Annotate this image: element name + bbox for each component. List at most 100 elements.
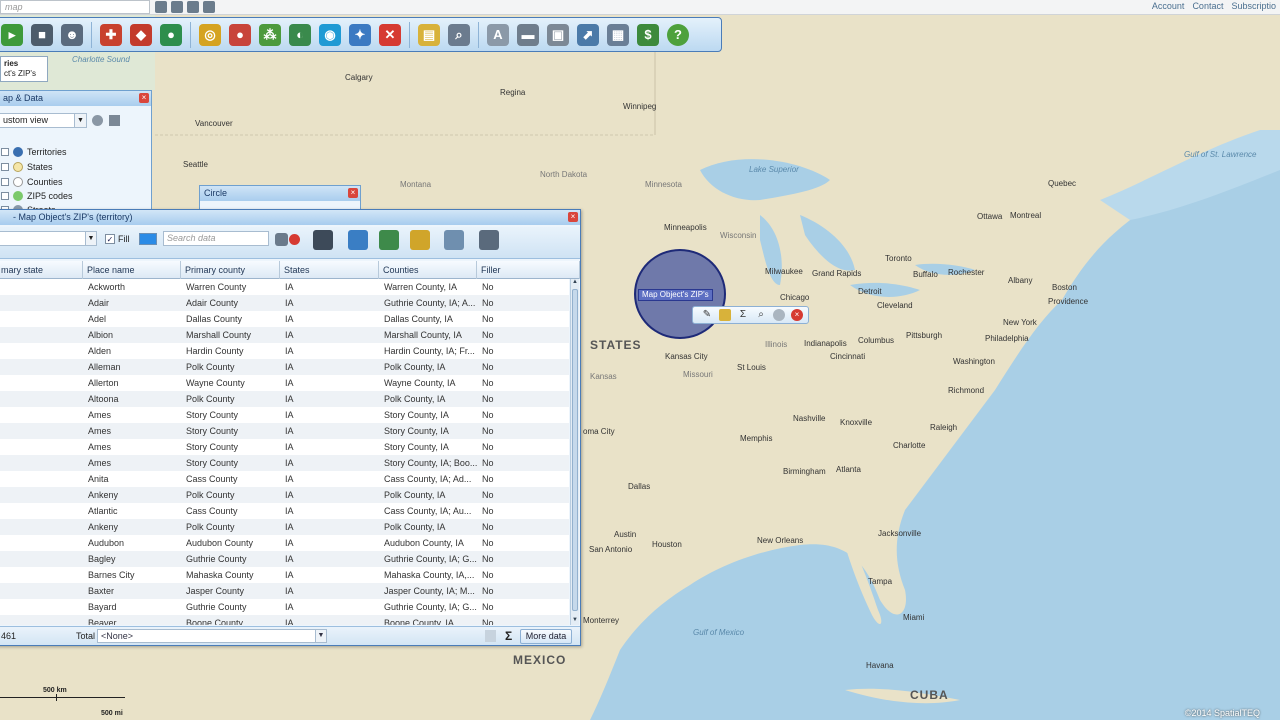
open-folder-icon[interactable]: ▸ — [1, 23, 23, 46]
view-select[interactable]: ustom view ▼ — [0, 113, 87, 128]
close-icon[interactable]: × — [568, 212, 578, 222]
tools-icon[interactable] — [109, 115, 120, 126]
settings-icon[interactable] — [203, 1, 215, 13]
print-icon[interactable]: ▣ — [547, 23, 569, 46]
table-row[interactable]: Ames Story County IA Story County, IA No — [0, 439, 569, 455]
table-row[interactable]: Audubon Audubon County IA Audubon County, I… — [0, 535, 569, 551]
pin-filter-icon[interactable] — [275, 233, 288, 246]
target-icon[interactable]: ◉ — [319, 23, 341, 46]
text-icon[interactable]: A — [487, 23, 509, 46]
save-icon[interactable]: ■ — [31, 23, 53, 46]
layer-checkbox[interactable] — [1, 163, 9, 171]
chevron-down-icon[interactable]: ▼ — [85, 232, 96, 245]
table-row[interactable]: Baxter Jasper County IA Jasper County, IA; … — [0, 583, 569, 599]
column-header[interactable]: mary state — [0, 261, 83, 279]
settings-icon[interactable] — [773, 309, 785, 321]
help-icon[interactable]: ? — [667, 23, 689, 46]
fill-color-swatch[interactable] — [138, 233, 157, 245]
table-row[interactable]: Ankeny Polk County IA Polk County, IA No — [0, 519, 569, 535]
more-data-button[interactable]: More data — [520, 629, 572, 644]
note-icon[interactable]: ▤ — [418, 23, 440, 46]
add-data-icon[interactable] — [348, 230, 368, 250]
export-data-icon[interactable] — [444, 230, 464, 250]
zoom-icon[interactable]: ⌕ — [755, 309, 767, 321]
merge-icon[interactable] — [379, 230, 399, 250]
total-select[interactable]: <None> ▼ — [97, 629, 327, 643]
contact-link[interactable]: Contact — [1192, 1, 1223, 11]
territory-legend[interactable]: ries ct's ZIP's — [0, 56, 48, 82]
table-row[interactable]: Altoona Polk County IA Polk County, IA No — [0, 391, 569, 407]
heatmap-icon[interactable]: ● — [229, 23, 251, 46]
layer-checkbox[interactable] — [1, 192, 9, 200]
table-row[interactable]: Atlantic Cass County IA Cass County, IA; Au… — [0, 503, 569, 519]
fill-checkbox[interactable]: ✓ — [105, 234, 115, 244]
table-row[interactable]: Alleman Polk County IA Polk County, IA No — [0, 359, 569, 375]
route-icon[interactable]: ✦ — [349, 23, 371, 46]
clear-search-icon[interactable] — [289, 234, 300, 245]
layer-checkbox[interactable] — [1, 148, 9, 156]
table-icon[interactable]: ▦ — [607, 23, 629, 46]
column-header[interactable]: Place name — [83, 261, 181, 279]
close-icon[interactable]: × — [791, 309, 803, 321]
redo-icon[interactable] — [187, 1, 199, 13]
layer-territories[interactable]: Territories — [1, 147, 67, 157]
table-row[interactable]: Beaver Boone County IA Boone County, IA No — [0, 615, 569, 625]
pin-icon[interactable] — [155, 1, 167, 13]
map-search-input[interactable]: map — [0, 0, 150, 14]
table-row[interactable]: Anita Cass County IA Cass County, IA; Ad...… — [0, 471, 569, 487]
split-icon[interactable] — [410, 230, 430, 250]
radius-icon[interactable]: ◎ — [199, 23, 221, 46]
columns-icon[interactable] — [479, 230, 499, 250]
column-header[interactable]: Primary county — [181, 261, 280, 279]
ruler-icon[interactable]: ▬ — [517, 23, 539, 46]
search-zoom-icon[interactable]: ⌕ — [448, 23, 470, 46]
delete-icon[interactable]: ✕ — [379, 23, 401, 46]
territory-icon[interactable]: ◆ — [130, 23, 152, 46]
column-header[interactable]: States — [280, 261, 379, 279]
layer-zip5[interactable]: ZIP5 codes — [1, 191, 73, 201]
pin-tool-icon[interactable] — [313, 230, 333, 250]
layer-select[interactable]: ▼ — [0, 231, 97, 246]
table-row[interactable]: Barnes City Mahaska County IA Mahaska Count… — [0, 567, 569, 583]
chevron-down-icon[interactable]: ▼ — [315, 630, 326, 642]
money-icon[interactable]: $ — [637, 23, 659, 46]
pin-icon[interactable]: ✎ — [701, 309, 713, 321]
table-row[interactable]: Bayard Guthrie County IA Guthrie County, IA… — [0, 599, 569, 615]
table-row[interactable]: Ames Story County IA Story County, IA No — [0, 423, 569, 439]
layer-icon[interactable]: ◐ — [289, 23, 311, 46]
table-row[interactable]: Ackworth Warren County IA Warren County, IA… — [0, 279, 569, 295]
export-icon[interactable]: ⬈ — [577, 23, 599, 46]
table-row[interactable]: Albion Marshall County IA Marshall County, … — [0, 327, 569, 343]
close-icon[interactable]: × — [348, 188, 358, 198]
vertical-scrollbar[interactable]: ▲ ▼ — [570, 279, 579, 625]
grid-search-input[interactable]: Search data — [163, 231, 269, 246]
chevron-down-icon[interactable]: ▼ — [74, 114, 86, 127]
table-row[interactable]: Ames Story County IA Story County, IA; Boo.… — [0, 455, 569, 471]
account-link[interactable]: Account — [1152, 1, 1185, 11]
layer-states[interactable]: States — [1, 162, 53, 172]
scroll-up-icon[interactable]: ▲ — [571, 279, 579, 287]
table-row[interactable]: Ames Story County IA Story County, IA No — [0, 407, 569, 423]
subscription-link[interactable]: Subscriptio — [1231, 1, 1276, 11]
undo-icon[interactable] — [171, 1, 183, 13]
scroll-down-icon[interactable]: ▼ — [571, 617, 579, 625]
users-icon[interactable]: ☻ — [61, 23, 83, 46]
note-icon[interactable] — [719, 309, 731, 321]
table-row[interactable]: Adel Dallas County IA Dallas County, IA No — [0, 311, 569, 327]
column-header[interactable]: Counties — [379, 261, 477, 279]
close-icon[interactable]: × — [139, 93, 149, 103]
table-row[interactable]: Bagley Guthrie County IA Guthrie County, IA… — [0, 551, 569, 567]
sum-icon[interactable]: Σ — [737, 309, 749, 321]
table-row[interactable]: Ankeny Polk County IA Polk County, IA No — [0, 487, 569, 503]
cluster-icon[interactable]: ⁂ — [259, 23, 281, 46]
globe-icon[interactable]: ● — [160, 23, 182, 46]
column-header[interactable]: Filler — [477, 261, 580, 279]
copy-icon[interactable] — [485, 630, 496, 642]
add-pin-icon[interactable]: ✚ — [100, 23, 122, 46]
scroll-thumb[interactable] — [572, 289, 578, 611]
layer-counties[interactable]: Counties — [1, 177, 63, 187]
layer-checkbox[interactable] — [1, 178, 9, 186]
fill-toggle[interactable]: ✓ Fill — [105, 233, 157, 245]
table-row[interactable]: Adair Adair County IA Guthrie County, IA; A… — [0, 295, 569, 311]
gear-icon[interactable] — [92, 115, 103, 126]
